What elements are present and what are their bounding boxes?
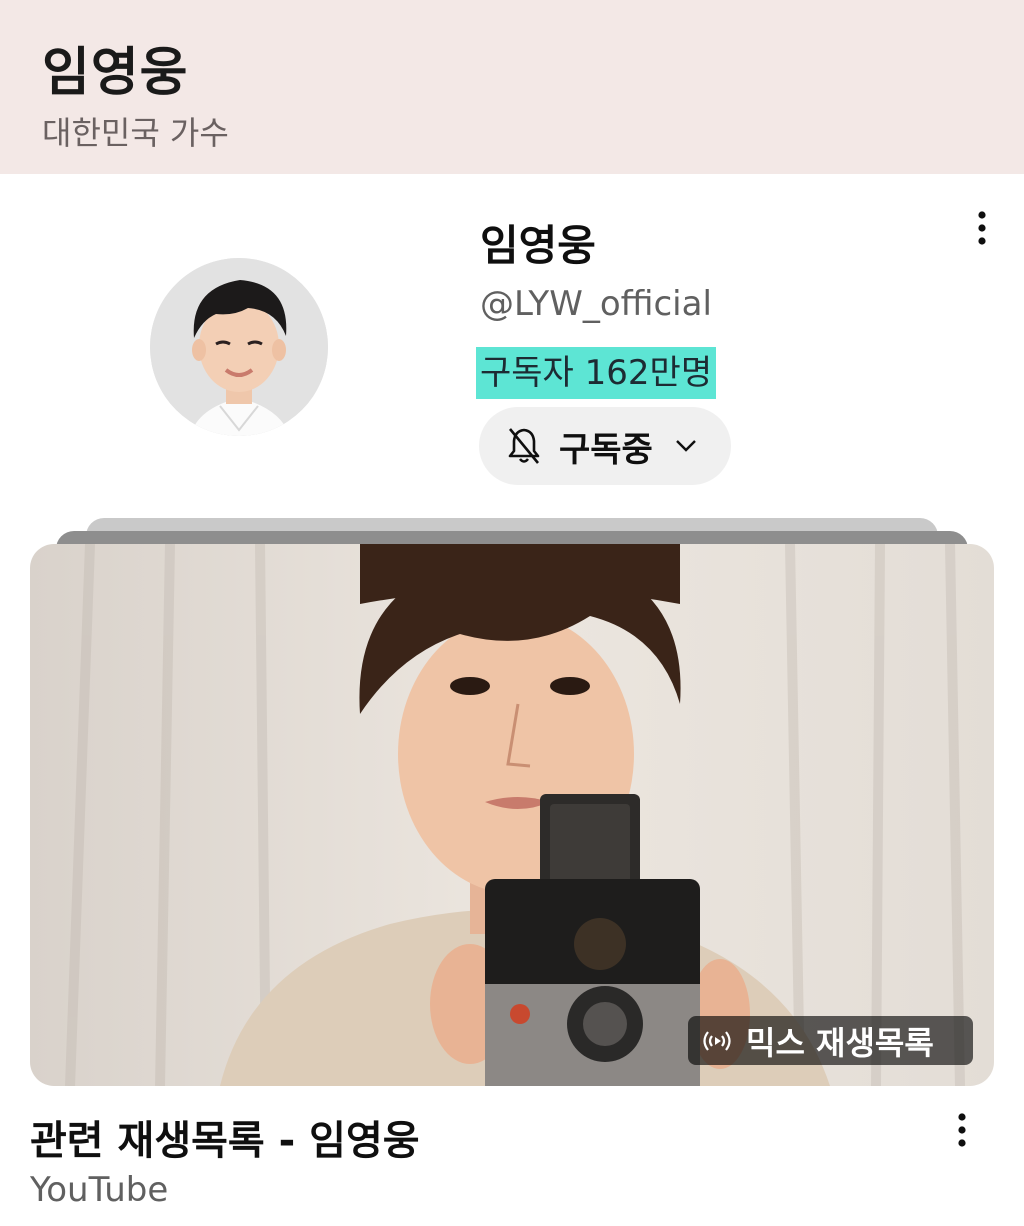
- playlist-thumbnail[interactable]: [30, 544, 994, 1086]
- bell-off-icon: [508, 428, 540, 464]
- playlist-title[interactable]: 관련 재생목록 - 임영웅: [30, 1108, 420, 1166]
- knowledge-panel-subtitle: 대한민국 가수: [42, 114, 229, 152]
- knowledge-panel-header: 임영웅 대한민국 가수: [0, 0, 1024, 174]
- subscriber-count: 구독자 162만명: [476, 347, 717, 399]
- playlist-more-button[interactable]: [942, 1106, 982, 1154]
- playlist-source: YouTube: [30, 1170, 169, 1210]
- channel-avatar[interactable]: [150, 258, 328, 436]
- mix-playlist-badge: 믹스 재생목록: [688, 1016, 973, 1065]
- more-vertical-icon: [958, 1113, 966, 1147]
- subscribed-button-label: 구독중: [559, 429, 653, 470]
- page: 임영웅 대한민국 가수 임영웅 @LYW_official 구독자 162만명 …: [0, 0, 1024, 1226]
- mix-playlist-label: 믹스 재생목록: [746, 1023, 934, 1062]
- channel-more-button[interactable]: [962, 204, 1002, 252]
- channel-handle: @LYW_official: [480, 284, 712, 324]
- radio-broadcast-icon: [703, 1030, 731, 1051]
- channel-name[interactable]: 임영웅: [480, 212, 596, 273]
- chevron-down-icon: [675, 440, 696, 452]
- more-vertical-icon: [978, 211, 986, 245]
- subscribed-button[interactable]: 구독중: [479, 407, 731, 485]
- knowledge-panel-title: 임영웅: [42, 43, 189, 103]
